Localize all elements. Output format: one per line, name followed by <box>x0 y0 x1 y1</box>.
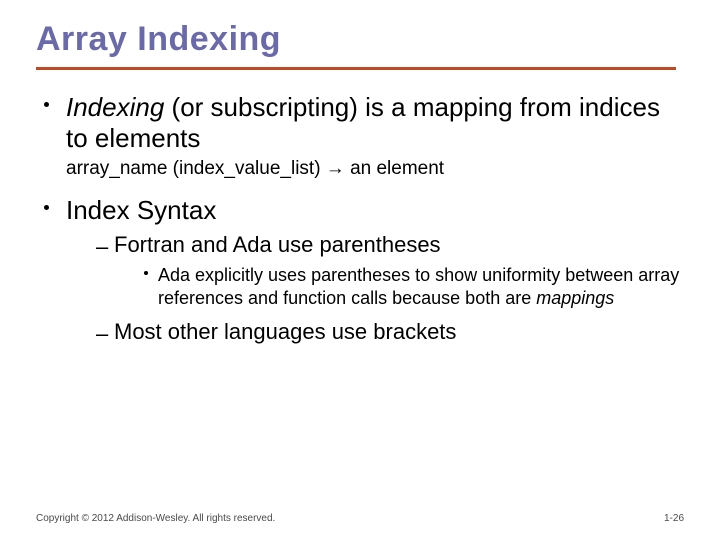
bullet-list-level3: Ada explicitly uses parentheses to show … <box>114 264 684 309</box>
slide-title: Array Indexing <box>36 20 684 59</box>
sub-item-brackets: – Most other languages use brackets <box>96 319 684 345</box>
bullet-list-level2: – Fortran and Ada use parentheses Ada ex… <box>66 232 684 346</box>
bullet-item-index-syntax: Index Syntax – Fortran and Ada use paren… <box>42 195 684 345</box>
page-number: 1-26 <box>664 513 684 524</box>
emphasis-mappings: mappings <box>536 288 614 308</box>
sub-text: Fortran and Ada use parentheses <box>114 232 684 258</box>
subsub-item-ada: Ada explicitly uses parentheses to show … <box>144 264 684 309</box>
bullet-text: Indexing (or subscripting) is a mapping … <box>66 92 684 153</box>
mapping-notation: array_name (index_value_list) → an eleme… <box>66 157 684 181</box>
title-underline <box>36 67 676 70</box>
copyright-text: Copyright © 2012 Addison-Wesley. All rig… <box>36 513 275 524</box>
slide: Array Indexing Indexing (or subscripting… <box>0 0 720 540</box>
emphasis-indexing: Indexing <box>66 92 164 122</box>
bullet-icon <box>44 205 49 210</box>
slide-body: Indexing (or subscripting) is a mapping … <box>36 92 684 346</box>
dash-icon: – <box>96 234 108 260</box>
bullet-text: Index Syntax <box>66 195 684 226</box>
bullet-list-level1: Indexing (or subscripting) is a mapping … <box>42 92 684 346</box>
subsub-text: Ada explicitly uses parentheses to show … <box>158 264 684 309</box>
slide-footer: Copyright © 2012 Addison-Wesley. All rig… <box>36 513 684 524</box>
dash-icon: – <box>96 321 108 347</box>
dot-icon <box>144 271 148 275</box>
sub-text: Most other languages use brackets <box>114 319 684 345</box>
sub-item-fortran-ada: – Fortran and Ada use parentheses Ada ex… <box>96 232 684 309</box>
bullet-item-indexing: Indexing (or subscripting) is a mapping … <box>42 92 684 181</box>
bullet-icon <box>44 102 49 107</box>
